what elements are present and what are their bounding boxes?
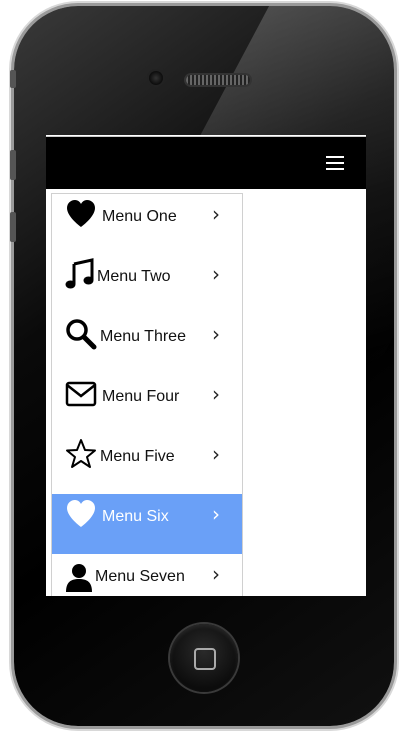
chevron-right-icon: › <box>212 562 220 586</box>
chevron-right-icon: › <box>212 442 220 466</box>
chevron-right-icon: › <box>212 262 220 286</box>
heart-icon <box>67 200 95 227</box>
hamburger-icon[interactable] <box>326 156 344 171</box>
phone-screen: Menu One › Menu Two › Menu Three › Menu … <box>46 135 366 596</box>
menu-item-one[interactable]: Menu One › <box>52 194 242 254</box>
chevron-right-icon: › <box>212 502 220 526</box>
chevron-right-icon: › <box>212 202 220 226</box>
search-icon <box>66 319 97 350</box>
volume-down-button <box>10 212 16 242</box>
top-bar <box>46 136 366 189</box>
front-camera <box>149 71 163 85</box>
earpiece-speaker <box>186 75 250 85</box>
menu-item-six[interactable]: Menu Six › <box>52 494 242 554</box>
home-square-icon <box>194 648 216 670</box>
heart-icon <box>67 500 95 527</box>
menu-item-label: Menu Six <box>102 508 169 525</box>
mute-switch <box>10 70 16 88</box>
menu-item-four[interactable]: Menu Four › <box>52 374 242 434</box>
menu-item-two[interactable]: Menu Two › <box>52 254 242 314</box>
envelope-icon <box>65 381 97 407</box>
chevron-right-icon: › <box>212 382 220 406</box>
user-icon <box>66 564 92 592</box>
menu-item-three[interactable]: Menu Three › <box>52 314 242 374</box>
home-button[interactable] <box>170 624 238 692</box>
menu-item-seven[interactable]: Menu Seven › <box>52 554 242 596</box>
star-icon <box>66 439 96 468</box>
side-menu: Menu One › Menu Two › Menu Three › Menu … <box>51 193 243 596</box>
music-note-icon <box>65 258 94 289</box>
menu-item-label: Menu Five <box>100 448 175 465</box>
menu-item-label: Menu Three <box>100 328 186 345</box>
menu-item-label: Menu Seven <box>95 568 185 585</box>
menu-item-five[interactable]: Menu Five › <box>52 434 242 494</box>
volume-up-button <box>10 150 16 180</box>
menu-item-label: Menu Two <box>97 268 171 285</box>
menu-item-label: Menu Four <box>102 388 180 405</box>
chevron-right-icon: › <box>212 322 220 346</box>
menu-item-label: Menu One <box>102 208 177 225</box>
